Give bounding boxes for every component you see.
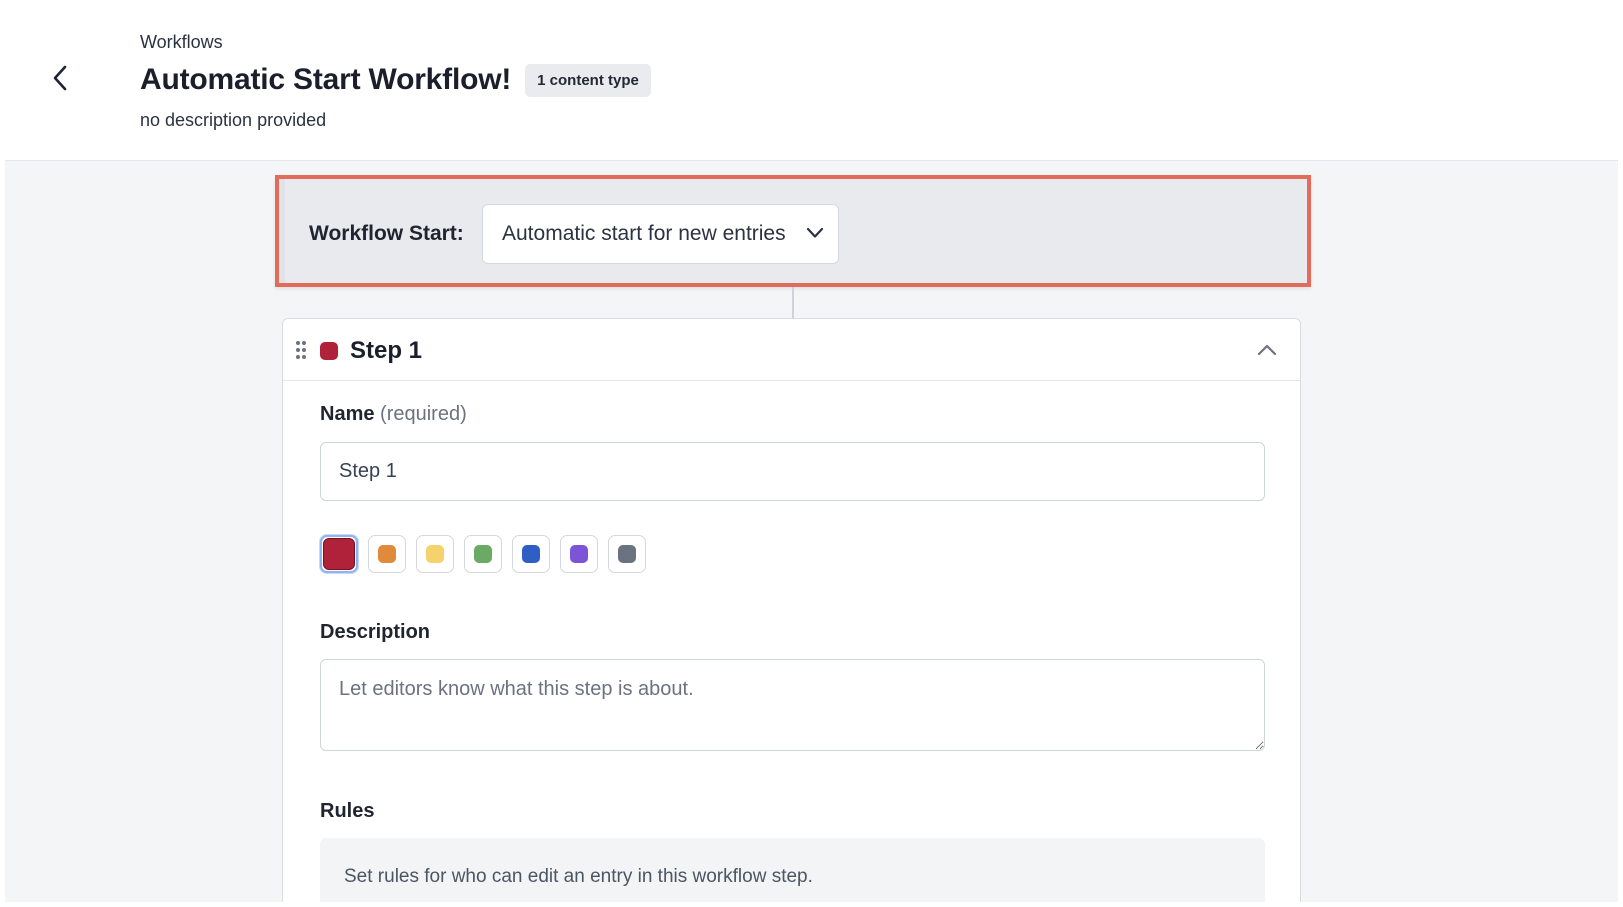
color-chip [426,545,444,563]
step-description-textarea[interactable] [320,659,1265,751]
color-chip [618,545,636,563]
name-required-text: (required) [380,403,467,425]
step-connector [792,287,794,319]
step-color-indicator [320,342,338,360]
color-swatch-orange[interactable] [368,535,406,573]
page-header: Workflows Automatic Start Workflow! 1 co… [5,5,1618,161]
name-label-text: Name [320,403,375,425]
breadcrumb[interactable]: Workflows [140,32,223,53]
page-title: Automatic Start Workflow! [140,63,512,96]
workflow-start-value: Automatic start for new entries [502,222,786,245]
rules-box: Set rules for who can edit an entry in t… [320,838,1265,902]
color-chip [378,545,396,563]
rules-text: Set rules for who can edit an entry in t… [344,866,813,887]
drag-handle-icon[interactable] [295,340,307,360]
step-title: Step 1 [350,337,423,364]
color-chip [474,545,492,563]
chevron-left-icon [53,65,67,91]
step-header[interactable]: Step 1 [283,319,1300,381]
app-frame: Workflows Automatic Start Workflow! 1 co… [5,5,1618,902]
chevron-down-icon [806,227,824,238]
workflow-start-select[interactable]: Automatic start for new entries [482,204,839,264]
content-type-badge: 1 content type [525,63,651,97]
color-swatch-purple[interactable] [560,535,598,573]
color-chip [323,538,355,570]
workflow-start-inner: Workflow Start: Automatic start for new … [279,179,1307,283]
color-chip [522,545,540,563]
back-button[interactable] [45,61,75,95]
step-name-input[interactable] [320,442,1265,501]
step-card: Step 1 Name (required) Description Rules… [282,318,1301,902]
workflow-start-label: Workflow Start: [309,222,464,245]
description-field-label: Description [320,621,431,643]
color-swatch-gray[interactable] [608,535,646,573]
workflow-start-panel: Workflow Start: Automatic start for new … [275,175,1311,287]
chevron-up-icon[interactable] [1254,339,1280,361]
color-picker [320,535,646,573]
color-swatch-green[interactable] [464,535,502,573]
title-row: Automatic Start Workflow! 1 content type [140,63,651,97]
color-swatch-blue[interactable] [512,535,550,573]
color-swatch-red[interactable] [320,535,358,573]
page-description: no description provided [140,110,327,130]
color-swatch-yellow[interactable] [416,535,454,573]
color-chip [570,545,588,563]
name-field-label: Name (required) [320,403,467,426]
rules-field-label: Rules [320,800,375,822]
